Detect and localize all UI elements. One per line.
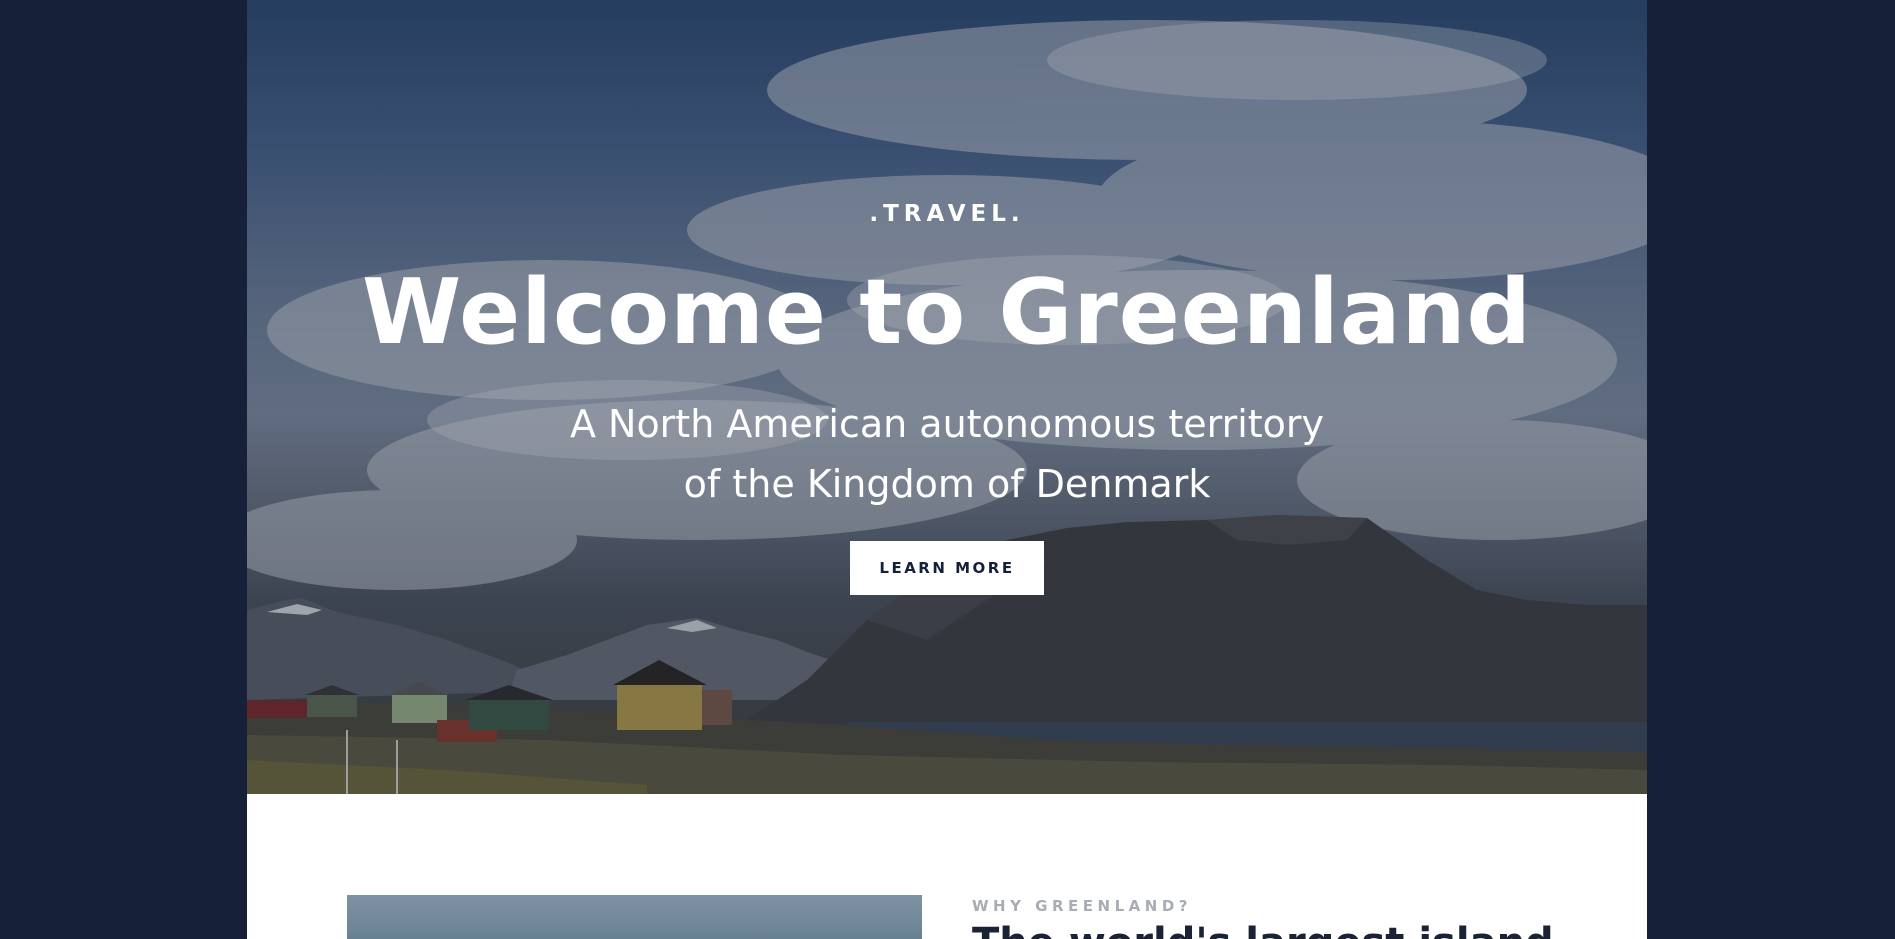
- why-greenland-section: WHY GREENLAND? The world's largest islan…: [247, 794, 1647, 939]
- page-container: .TRAVEL. Welcome to Greenland A North Am…: [247, 0, 1647, 939]
- hero-eyebrow: .TRAVEL.: [869, 201, 1025, 227]
- hero-subtitle-line-1: A North American autonomous territory: [569, 402, 1325, 446]
- hero-section: .TRAVEL. Welcome to Greenland A North Am…: [247, 0, 1647, 794]
- hero-content: .TRAVEL. Welcome to Greenland A North Am…: [247, 0, 1647, 794]
- section-heading: The world's largest island: [972, 919, 1554, 939]
- hero-subtitle: A North American autonomous territory of…: [247, 394, 1647, 514]
- intro-image: [347, 895, 922, 939]
- hero-title: Welcome to Greenland: [362, 260, 1532, 365]
- hero-subtitle-line-2: of the Kingdom of Denmark: [683, 462, 1211, 506]
- learn-more-button[interactable]: LEARN MORE: [850, 541, 1044, 595]
- section-label: WHY GREENLAND?: [972, 897, 1192, 915]
